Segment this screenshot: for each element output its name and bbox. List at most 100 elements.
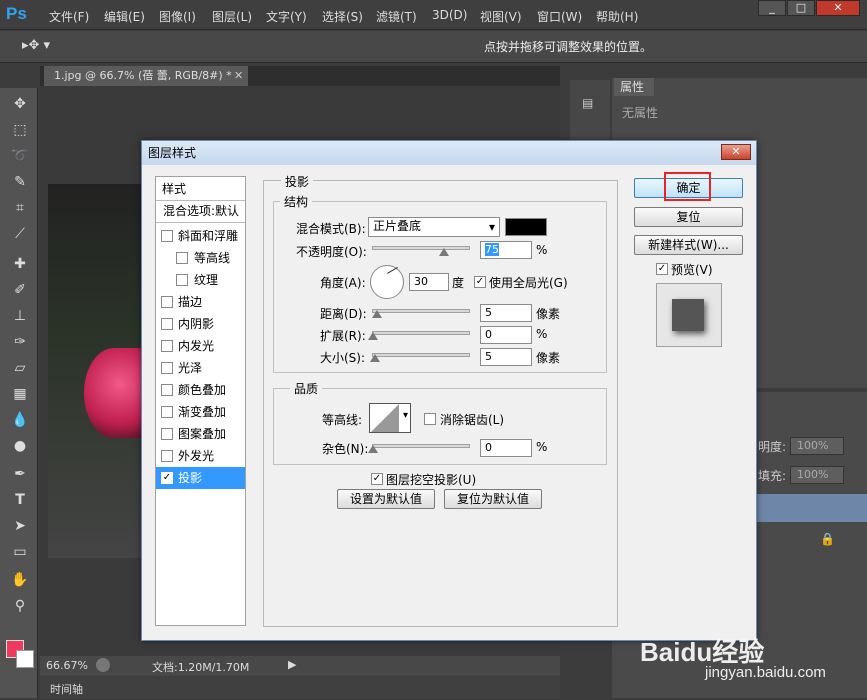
- style-item-checkbox[interactable]: [161, 428, 173, 440]
- move-tool-preset-icon[interactable]: ▸✥ ▾: [22, 38, 50, 53]
- dodge-tool-icon[interactable]: ●: [9, 436, 31, 456]
- eyedropper-icon[interactable]: ⟋: [9, 224, 31, 244]
- status-icon[interactable]: [96, 658, 110, 672]
- lasso-tool-icon[interactable]: ➰: [9, 146, 31, 166]
- opacity-input[interactable]: 75: [480, 241, 532, 259]
- distance-input[interactable]: 5: [480, 304, 532, 322]
- antialias-label: 消除锯齿(L): [440, 413, 505, 427]
- blend-mode-select[interactable]: 正片叠底 ▾: [368, 217, 500, 237]
- antialias-checkbox[interactable]: [424, 413, 436, 425]
- quick-select-icon[interactable]: ✎: [9, 172, 31, 192]
- style-item-checkbox[interactable]: [161, 230, 173, 242]
- stamp-tool-icon[interactable]: ⊥: [9, 306, 31, 326]
- blend-mode-value: 正片叠底: [373, 219, 422, 233]
- maximize-button[interactable]: □: [787, 0, 815, 16]
- background-color-swatch[interactable]: [16, 650, 34, 668]
- global-light-checkbox[interactable]: ✓: [474, 276, 486, 288]
- noise-input[interactable]: 0: [480, 439, 532, 457]
- size-slider[interactable]: [372, 353, 470, 357]
- dialog-close-button[interactable]: ✕: [721, 144, 751, 160]
- style-item[interactable]: 纹理: [156, 269, 245, 291]
- global-light-label: 使用全局光(G): [489, 276, 568, 290]
- opacity-slider-handle[interactable]: [439, 248, 449, 256]
- status-menu-arrow-icon[interactable]: ▶: [288, 658, 296, 671]
- size-input[interactable]: 5: [480, 348, 532, 366]
- layer-fill-field[interactable]: 100%: [790, 466, 844, 484]
- reset-default-button[interactable]: 复位为默认值: [444, 489, 542, 509]
- options-hint: 点按并拖移可调整效果的位置。: [484, 40, 653, 54]
- distance-slider[interactable]: [372, 309, 470, 313]
- properties-tab[interactable]: 属性: [614, 78, 654, 96]
- eraser-icon[interactable]: ▱: [9, 358, 31, 378]
- knockout-checkbox[interactable]: ✓: [371, 473, 383, 485]
- menu-item[interactable]: 窗口(W): [537, 8, 582, 25]
- menu-item[interactable]: 编辑(E): [104, 8, 145, 25]
- pen-tool-icon[interactable]: ✒: [9, 464, 31, 484]
- menu-item[interactable]: 文字(Y): [266, 8, 307, 25]
- style-item-checkbox[interactable]: [161, 406, 173, 418]
- opacity-slider[interactable]: [372, 246, 470, 250]
- crop-tool-icon[interactable]: ⌗: [9, 198, 31, 218]
- minimize-button[interactable]: _: [758, 0, 786, 16]
- selected-layer-row[interactable]: [757, 494, 867, 522]
- style-list-divider: [156, 222, 245, 223]
- style-item[interactable]: 等高线: [156, 247, 245, 269]
- menu-item[interactable]: 图层(L): [212, 8, 252, 25]
- type-tool-icon[interactable]: T: [9, 490, 31, 510]
- menu-item[interactable]: 文件(F): [49, 8, 89, 25]
- shape-tool-icon[interactable]: ▭: [9, 542, 31, 562]
- spread-slider[interactable]: [372, 331, 470, 335]
- history-brush-icon[interactable]: ✑: [9, 332, 31, 352]
- layer-fill-label: 填充:: [758, 469, 787, 483]
- style-item-checkbox[interactable]: [161, 362, 173, 374]
- reset-button[interactable]: 复位: [634, 207, 743, 227]
- style-item-checkbox[interactable]: ✓: [161, 472, 173, 484]
- noise-slider[interactable]: [372, 444, 470, 448]
- healing-brush-icon[interactable]: ✚: [9, 254, 31, 274]
- zoom-level[interactable]: 66.67%: [46, 659, 88, 672]
- noise-slider-handle[interactable]: [368, 445, 378, 453]
- spread-input[interactable]: 0: [480, 326, 532, 344]
- close-app-button[interactable]: ✕: [816, 0, 860, 16]
- new-style-button[interactable]: 新建样式(W)...: [634, 235, 743, 255]
- angle-dial[interactable]: [370, 265, 404, 299]
- style-item-checkbox[interactable]: [161, 318, 173, 330]
- brush-tool-icon[interactable]: ✐: [9, 280, 31, 300]
- menu-item[interactable]: 视图(V): [480, 8, 522, 25]
- style-item-checkbox[interactable]: [176, 274, 188, 286]
- move-tool-icon[interactable]: ✥: [9, 94, 31, 114]
- set-default-button[interactable]: 设置为默认值: [337, 489, 435, 509]
- layer-opacity-field[interactable]: 100%: [790, 437, 844, 455]
- style-item-checkbox[interactable]: [161, 340, 173, 352]
- close-tab-icon[interactable]: ✕: [234, 69, 243, 82]
- blend-options-item[interactable]: 混合选项:默认: [156, 200, 245, 222]
- style-item-checkbox[interactable]: [161, 450, 173, 462]
- history-panel-icon[interactable]: ▤: [582, 96, 593, 110]
- noise-label: 杂色(N):: [322, 442, 369, 456]
- timeline-tab[interactable]: 时间轴: [50, 681, 83, 697]
- document-tab[interactable]: 1.jpg @ 66.7% (蓓 蕾, RGB/8#) *: [44, 66, 248, 86]
- menu-item[interactable]: 3D(D): [432, 8, 467, 22]
- hand-tool-icon[interactable]: ✋: [9, 570, 31, 590]
- blur-tool-icon[interactable]: 💧: [9, 410, 31, 430]
- marquee-tool-icon[interactable]: ⬚: [9, 120, 31, 140]
- menu-item[interactable]: 滤镜(T): [376, 8, 417, 25]
- style-item-checkbox[interactable]: [161, 384, 173, 396]
- spread-slider-handle[interactable]: [368, 332, 378, 340]
- gradient-tool-icon[interactable]: ▦: [9, 384, 31, 404]
- menu-item[interactable]: 图像(I): [159, 8, 196, 25]
- angle-input[interactable]: 30: [409, 273, 449, 291]
- distance-slider-handle[interactable]: [372, 310, 382, 318]
- layer-opacity-label: 明度:: [758, 440, 787, 454]
- style-item-checkbox[interactable]: [161, 296, 173, 308]
- menu-item[interactable]: 选择(S): [322, 8, 363, 25]
- zoom-tool-icon[interactable]: ⚲: [9, 596, 31, 616]
- menu-item[interactable]: 帮助(H): [596, 8, 638, 25]
- size-slider-handle[interactable]: [370, 354, 380, 362]
- shadow-color-swatch[interactable]: [505, 218, 547, 236]
- styles-header[interactable]: 样式: [156, 178, 245, 200]
- style-item-checkbox[interactable]: [176, 252, 188, 264]
- path-select-icon[interactable]: ➤: [9, 516, 31, 536]
- preview-checkbox[interactable]: ✓: [656, 263, 668, 275]
- contour-picker[interactable]: ▾: [369, 403, 411, 433]
